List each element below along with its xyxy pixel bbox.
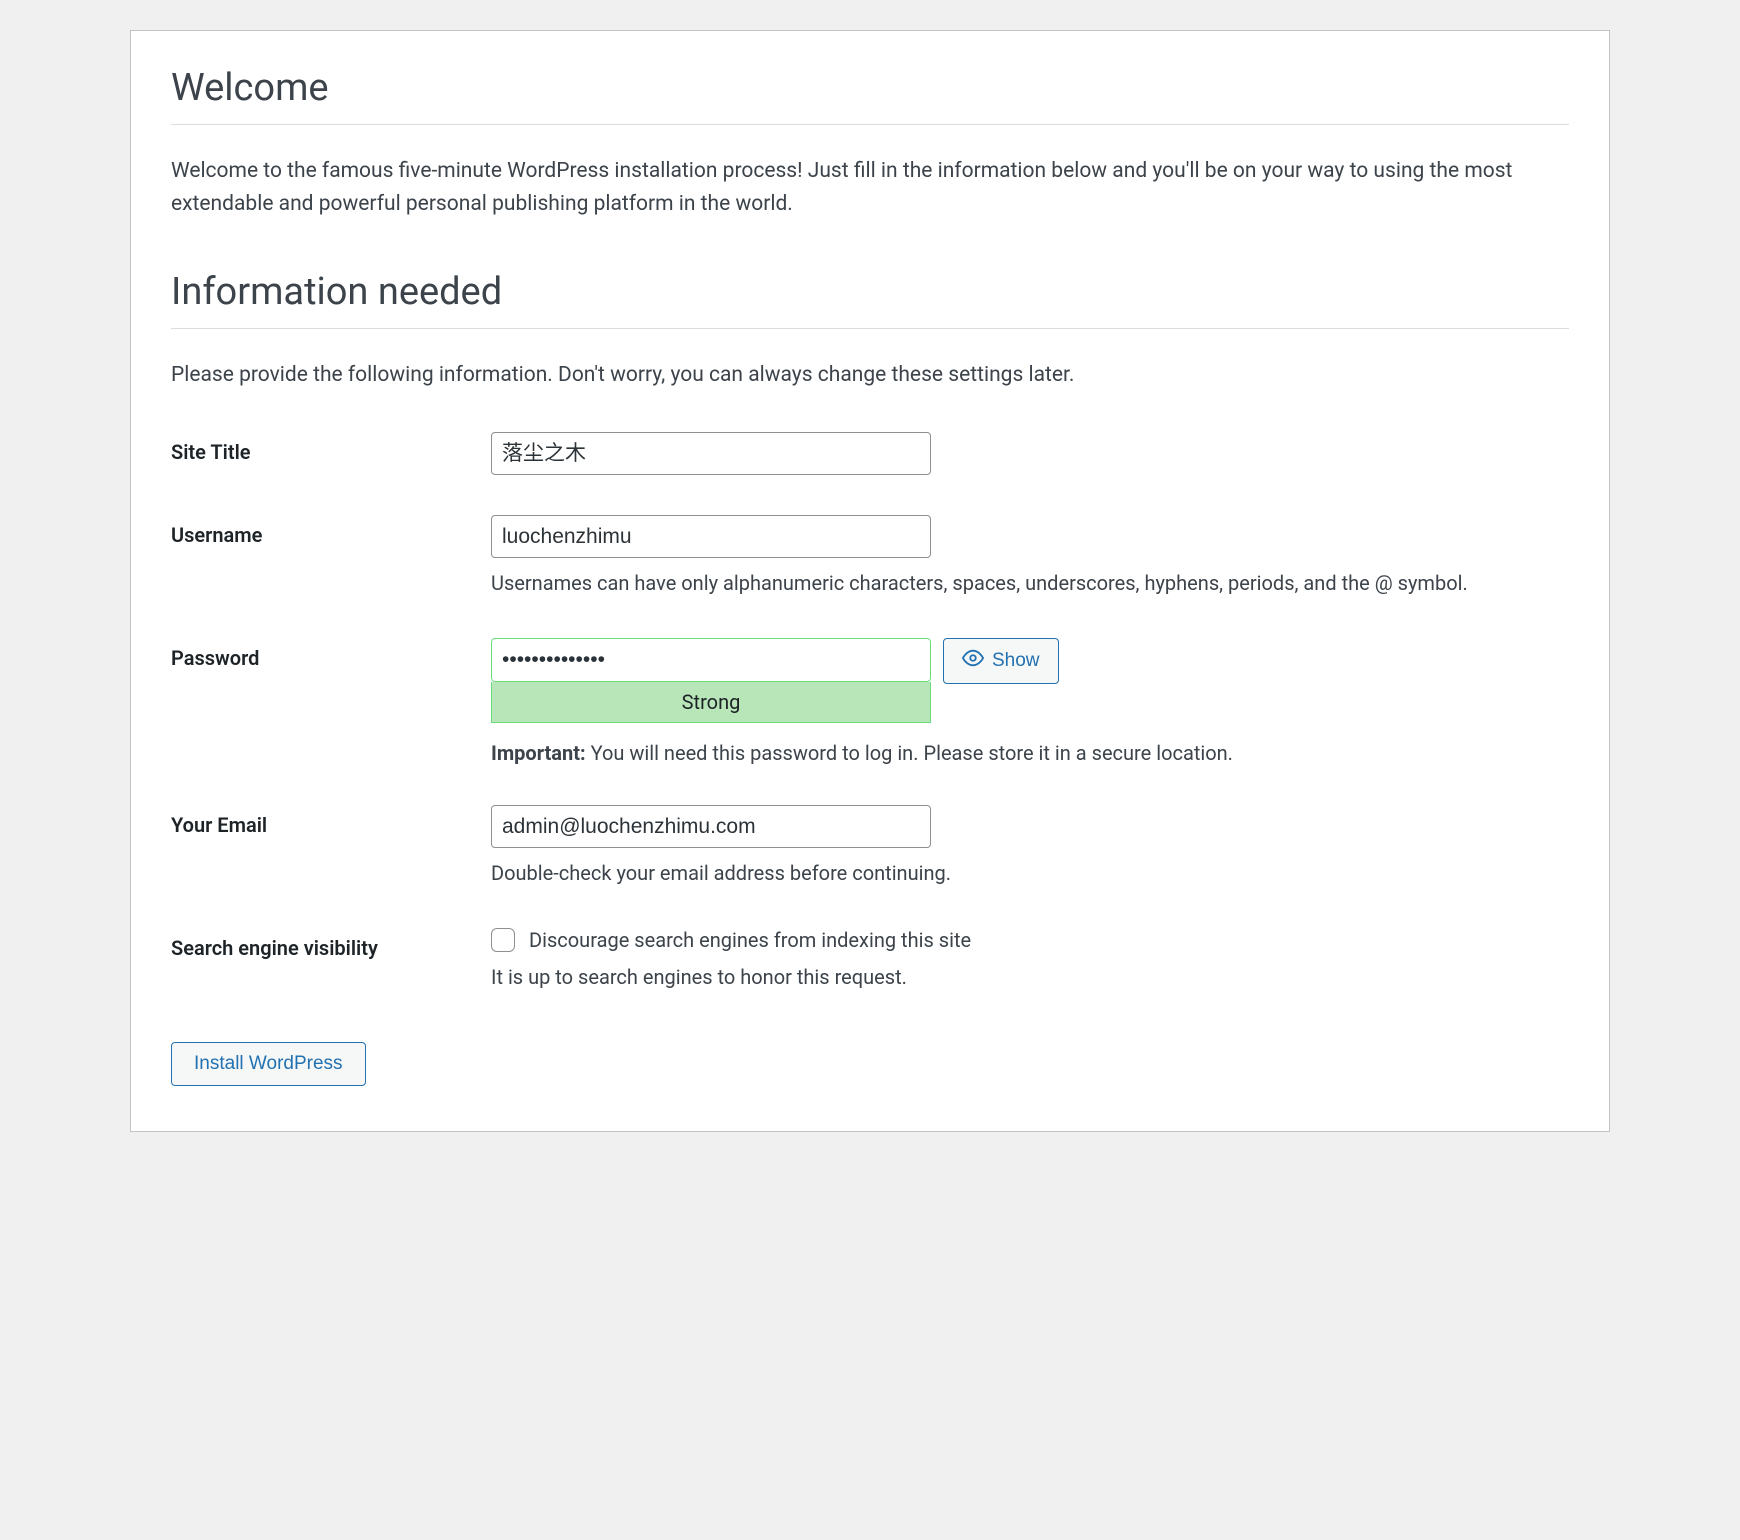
- search-visibility-row: Search engine visibility Discourage sear…: [171, 928, 1569, 992]
- password-row: Password Strong S: [171, 638, 1569, 764]
- install-card: Welcome Welcome to the famous five-minut…: [130, 30, 1610, 1132]
- email-label: Your Email: [171, 813, 267, 837]
- site-title-label: Site Title: [171, 440, 251, 464]
- show-password-button[interactable]: Show: [943, 638, 1059, 684]
- search-visibility-label: Search engine visibility: [171, 936, 378, 960]
- search-visibility-checkbox-label: Discourage search engines from indexing …: [529, 928, 971, 952]
- password-input[interactable]: [491, 638, 931, 681]
- username-row: Username Usernames can have only alphanu…: [171, 515, 1569, 598]
- important-label: Important:: [491, 741, 586, 765]
- email-input[interactable]: [491, 805, 931, 848]
- search-visibility-description: It is up to search engines to honor this…: [491, 962, 1569, 992]
- username-label: Username: [171, 523, 262, 547]
- welcome-heading: Welcome: [171, 66, 1569, 125]
- important-text: You will need this password to log in. P…: [586, 741, 1233, 765]
- site-title-row: Site Title: [171, 432, 1569, 475]
- welcome-intro: Welcome to the famous five-minute WordPr…: [171, 155, 1569, 220]
- search-visibility-checkbox[interactable]: [491, 928, 515, 952]
- username-description: Usernames can have only alphanumeric cha…: [491, 568, 1569, 598]
- password-strength: Strong: [491, 682, 931, 723]
- username-input[interactable]: [491, 515, 931, 558]
- info-needed-heading: Information needed: [171, 270, 1569, 329]
- password-label: Password: [171, 646, 259, 670]
- info-needed-sub: Please provide the following information…: [171, 359, 1569, 392]
- email-description: Double-check your email address before c…: [491, 858, 1569, 888]
- show-button-label: Show: [992, 650, 1040, 672]
- password-important-note: Important: You will need this password t…: [491, 741, 1569, 765]
- eye-icon: [962, 647, 984, 675]
- site-title-input[interactable]: [491, 432, 931, 475]
- install-form: Site Title Username Usernames can have o…: [171, 432, 1569, 993]
- install-wordpress-button[interactable]: Install WordPress: [171, 1042, 366, 1086]
- email-row: Your Email Double-check your email addre…: [171, 805, 1569, 888]
